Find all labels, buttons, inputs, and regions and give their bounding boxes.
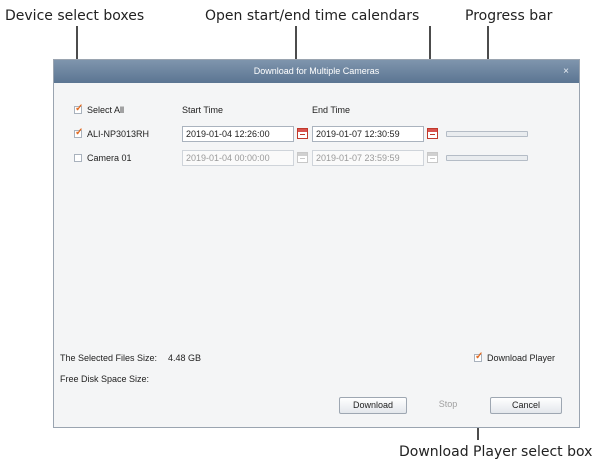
cancel-button[interactable]: Cancel bbox=[490, 397, 562, 414]
dialog-title: Download for Multiple Cameras bbox=[253, 66, 380, 76]
select-all-checkbox[interactable] bbox=[74, 103, 83, 114]
download-player-label: Download Player bbox=[487, 353, 556, 363]
dialog-titlebar: Download for Multiple Cameras × bbox=[54, 60, 579, 83]
start-calendar-icon[interactable] bbox=[297, 152, 308, 163]
download-progress-bar bbox=[446, 131, 528, 137]
device-checkbox[interactable] bbox=[74, 154, 82, 162]
end-time-header: End Time bbox=[312, 105, 351, 115]
start-time-header: Start Time bbox=[182, 105, 224, 115]
start-time-field[interactable]: 2019-01-04 12:26:00 bbox=[182, 126, 294, 142]
select-all-label: Select All bbox=[87, 105, 125, 115]
end-calendar-icon[interactable] bbox=[427, 152, 438, 163]
end-calendar-icon[interactable] bbox=[427, 128, 438, 139]
close-icon[interactable]: × bbox=[563, 60, 569, 83]
device-checkbox[interactable] bbox=[74, 127, 83, 138]
selected-files-size-value: 4.48 GB bbox=[168, 353, 202, 363]
download-dialog: Download for Multiple Cameras × Select A… bbox=[53, 59, 580, 428]
stop-button[interactable]: Stop bbox=[418, 397, 478, 414]
selected-files-size-label: The Selected Files Size: bbox=[60, 353, 158, 363]
download-progress-bar bbox=[446, 155, 528, 161]
download-button[interactable]: Download bbox=[339, 397, 407, 414]
end-time-field[interactable]: 2019-01-07 12:30:59 bbox=[312, 126, 424, 142]
end-time-field[interactable]: 2019-01-07 23:59:59 bbox=[312, 150, 424, 166]
device-label: Camera 01 bbox=[87, 153, 132, 163]
start-calendar-icon[interactable] bbox=[297, 128, 308, 139]
free-disk-space-label: Free Disk Space Size: bbox=[60, 374, 150, 384]
device-label: ALI-NP3013RH bbox=[87, 129, 150, 139]
download-player-checkbox[interactable] bbox=[474, 351, 483, 362]
start-time-field[interactable]: 2019-01-04 00:00:00 bbox=[182, 150, 294, 166]
